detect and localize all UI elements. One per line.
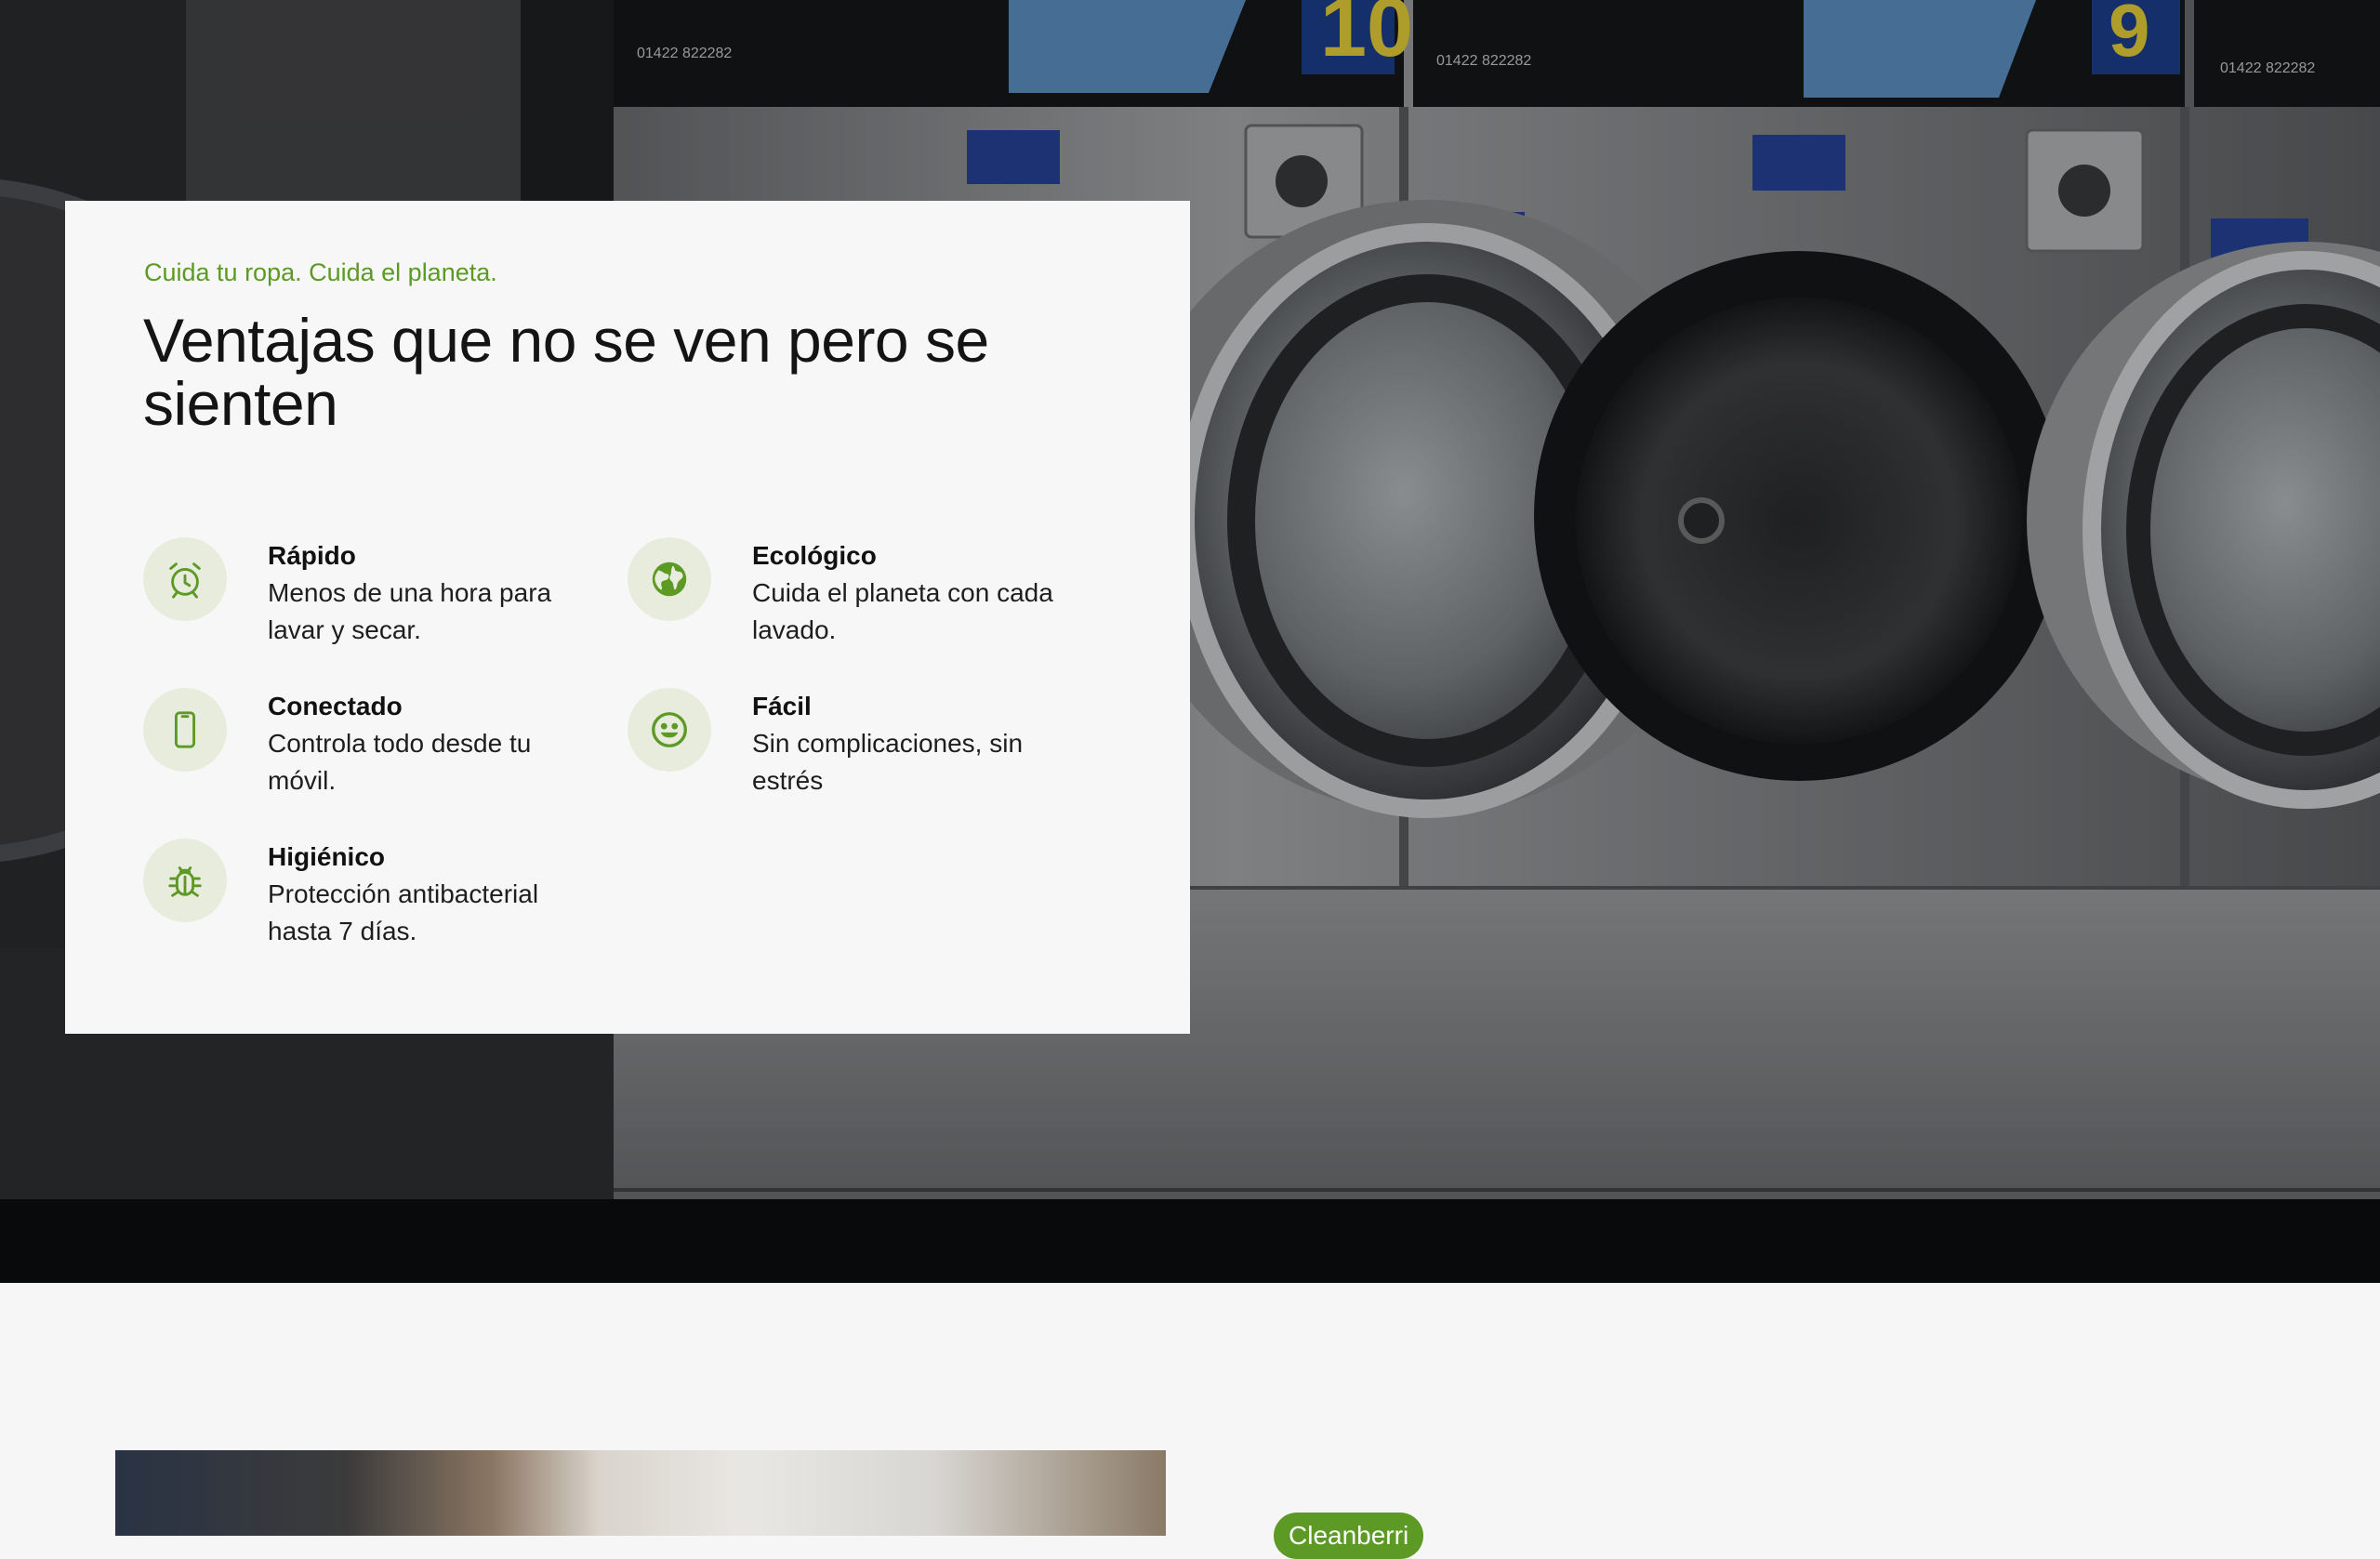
feature-title: Ecológico xyxy=(752,541,877,570)
feature-description: Sin complicaciones, sin estrés xyxy=(752,729,1024,795)
feature-description: Cuida el planeta con cada lavado. xyxy=(752,578,1053,644)
globe-icon xyxy=(628,537,711,621)
smiley-icon xyxy=(628,688,711,772)
person-photo xyxy=(115,1450,1166,1536)
benefits-title: Ventajas que no se ven pero se sienten xyxy=(143,306,989,438)
smartphone-icon xyxy=(143,688,227,772)
bug-icon xyxy=(143,839,227,922)
feature-title: Conectado xyxy=(268,692,403,720)
feature-title: Fácil xyxy=(752,692,812,720)
feature-description: Menos de una hora para lavar y secar. xyxy=(268,578,552,644)
benefits-card: Cuida tu ropa. Cuida el planeta. Ventaja… xyxy=(65,201,1190,1034)
feature-title: Rápido xyxy=(268,541,356,570)
brand-badge: Cleanberri xyxy=(1274,1513,1424,1559)
feature-title: Higiénico xyxy=(268,842,386,871)
alarm-clock-icon xyxy=(143,537,227,621)
feature-description: Protección antibacterial hasta 7 días. xyxy=(268,879,539,945)
feature-description: Controla todo desde tu móvil. xyxy=(268,729,532,795)
benefits-eyebrow: Cuida tu ropa. Cuida el planeta. xyxy=(144,258,497,286)
